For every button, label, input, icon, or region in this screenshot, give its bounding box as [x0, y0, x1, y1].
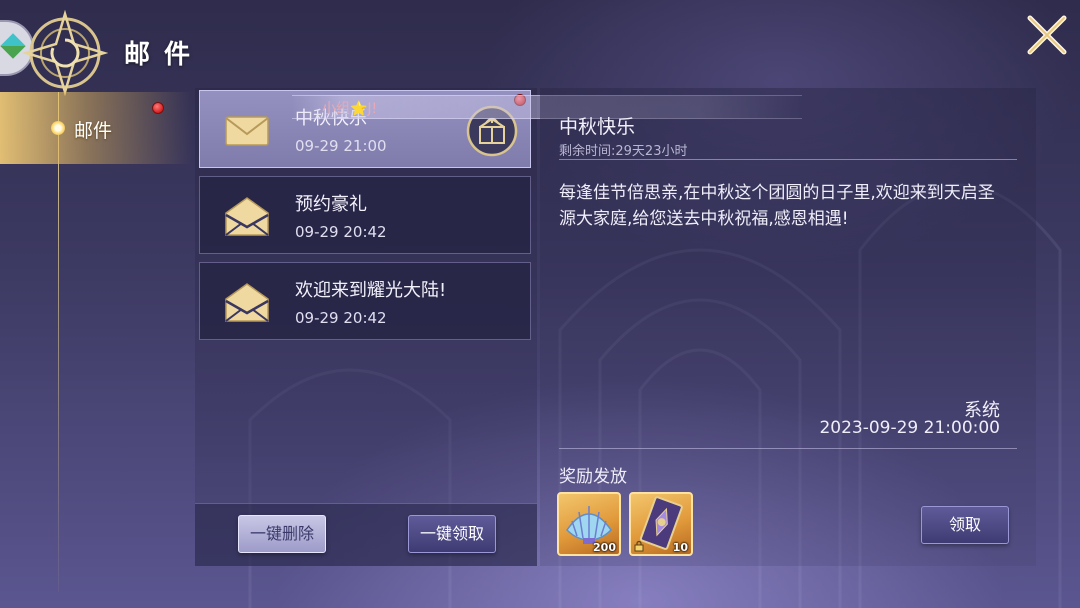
page-title: 邮件 [124, 40, 205, 70]
compass-star-icon [22, 10, 108, 96]
reward-label: 奖励发放 [559, 467, 627, 487]
sidebar-item-label: 邮件 [74, 120, 113, 142]
gift-icon [466, 105, 518, 157]
opened-envelope-icon [225, 197, 269, 236]
mail-item-welcome[interactable]: 欢迎来到耀光大陆! 09-29 20:42 [199, 262, 531, 340]
mail-time: 09-29 20:42 [295, 309, 387, 327]
mail-title: 中秋快乐 [295, 108, 367, 129]
delete-all-button[interactable]: 一键删除 [238, 515, 326, 553]
sidebar-item-mail[interactable]: 邮件 [0, 92, 192, 164]
reward-item-shell[interactable]: 200 [557, 492, 621, 556]
mail-time: 09-29 21:00 [295, 137, 387, 155]
detail-title: 中秋快乐 [559, 116, 636, 138]
lock-icon [634, 540, 644, 552]
claim-button[interactable]: 领取 [921, 506, 1009, 544]
reward-item-card[interactable]: 10 [629, 492, 693, 556]
mail-title: 预约豪礼 [295, 194, 367, 215]
close-icon[interactable] [1024, 12, 1070, 58]
envelope-icon [225, 116, 269, 146]
mail-item-mid-autumn[interactable]: 中秋快乐 09-29 21:00 [199, 90, 531, 168]
reward-qty: 200 [593, 541, 616, 554]
remaining-time: 剩余时间:29天23小时 [559, 144, 688, 159]
sidebar-guide-line [58, 92, 59, 592]
unread-badge [514, 94, 526, 106]
mail-body: 每逢佳节倍思亲,在中秋这个团圆的日子里,欢迎来到天启圣源大家庭,给您送去中秋祝福… [559, 183, 995, 229]
mail-item-reservation-gift[interactable]: 预约豪礼 09-29 20:42 [199, 176, 531, 254]
detail-divider [559, 159, 1017, 160]
mail-time: 09-29 20:42 [295, 223, 387, 241]
reward-divider [559, 448, 1017, 449]
claim-all-button[interactable]: 一键领取 [408, 515, 496, 553]
mail-sent-time: 2023-09-29 21:00:00 [819, 418, 1000, 438]
active-dot-icon [51, 121, 65, 135]
reward-qty: 10 [672, 541, 688, 554]
opened-envelope-icon [225, 283, 269, 322]
unread-badge [152, 102, 164, 114]
mail-title: 欢迎来到耀光大陆! [295, 280, 447, 301]
